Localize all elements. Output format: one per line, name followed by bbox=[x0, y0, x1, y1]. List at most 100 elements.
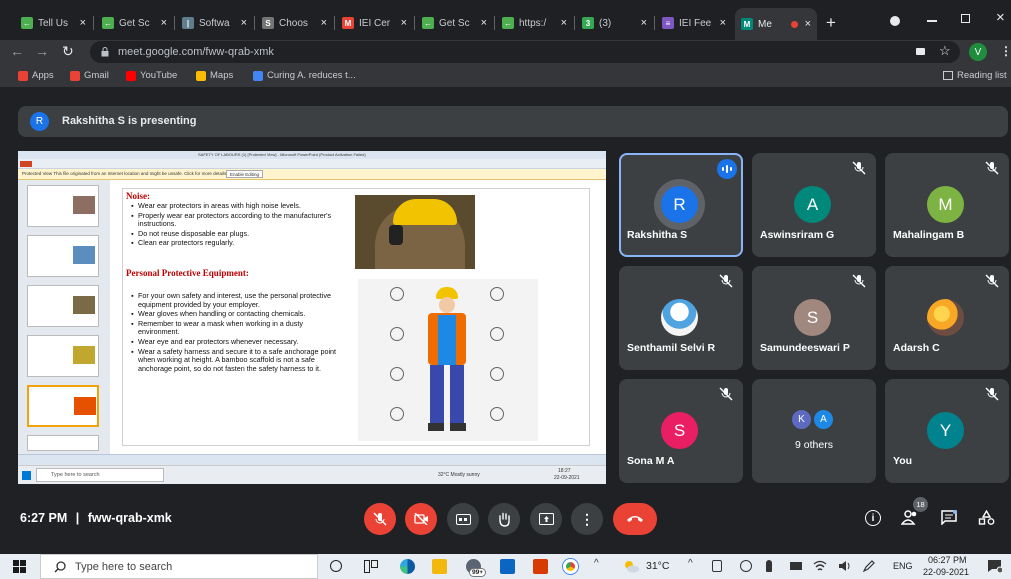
file-explorer-icon[interactable] bbox=[432, 559, 447, 574]
tab-favicon-icon: S bbox=[262, 17, 274, 29]
tray-app-icon[interactable] bbox=[712, 560, 722, 572]
cortana-icon[interactable] bbox=[330, 560, 342, 572]
participant-tile[interactable]: S Samundeeswari P bbox=[752, 266, 876, 370]
slide-thumbnail-selected[interactable] bbox=[27, 385, 99, 427]
present-now-button[interactable] bbox=[530, 503, 562, 535]
tab-close-icon[interactable]: × bbox=[241, 17, 247, 29]
browser-tab[interactable]: ≡ IEI Fee × bbox=[656, 10, 732, 36]
tab-close-icon[interactable]: × bbox=[641, 17, 647, 29]
participant-tile[interactable]: KA 9 others bbox=[752, 379, 876, 483]
chat-button[interactable] bbox=[941, 510, 957, 525]
tab-favicon-icon: M bbox=[342, 17, 354, 29]
slide-bullet: ▪ Wear a safety harness and secure it to … bbox=[131, 347, 343, 374]
window-close-icon[interactable]: × bbox=[996, 9, 1005, 26]
taskbar-clock[interactable]: 06:27 PM 22-09-2021 bbox=[923, 554, 975, 579]
tray-usb-icon[interactable] bbox=[766, 560, 772, 572]
browser-menu-icon[interactable]: ⋮ bbox=[1000, 44, 1011, 58]
slide-bullet-text: Wear gloves when handling or contacting … bbox=[138, 309, 306, 319]
weather-cloud-sun-icon[interactable] bbox=[623, 559, 639, 573]
camera-toggle-button[interactable] bbox=[405, 503, 437, 535]
language-indicator[interactable]: ENG bbox=[893, 561, 913, 571]
browser-tab[interactable]: M Me × bbox=[735, 8, 817, 40]
camera-in-use-icon[interactable] bbox=[916, 48, 925, 55]
hidden-icons-chevron[interactable]: ^ bbox=[594, 558, 599, 569]
bookmark-item[interactable]: Curing A. reduces t... bbox=[253, 70, 356, 81]
tray-battery-icon[interactable] bbox=[790, 562, 802, 570]
participant-tile[interactable]: S Sona M A bbox=[619, 379, 743, 483]
back-arrow-icon[interactable]: ← bbox=[10, 43, 24, 59]
tab-close-icon[interactable]: × bbox=[401, 17, 407, 29]
windows-start-icon[interactable] bbox=[13, 560, 26, 573]
participant-tile[interactable]: Adarsh C bbox=[885, 266, 1009, 370]
taskbar-search-box[interactable]: Type here to search bbox=[40, 554, 318, 579]
bookmark-item[interactable]: Gmail bbox=[70, 70, 109, 81]
wifi-icon[interactable] bbox=[813, 560, 827, 572]
reading-list[interactable]: Reading list bbox=[943, 70, 1007, 81]
browser-tab[interactable]: ← Tell Us × bbox=[15, 10, 92, 36]
tab-close-icon[interactable]: × bbox=[561, 17, 567, 29]
participant-tile[interactable]: R Rakshitha S bbox=[619, 153, 743, 257]
profile-avatar[interactable]: V bbox=[969, 43, 987, 61]
leave-call-button[interactable] bbox=[613, 503, 657, 535]
forward-arrow-icon[interactable]: → bbox=[35, 43, 49, 59]
browser-tab[interactable]: M IEI Cer × bbox=[336, 10, 413, 36]
bookmark-item[interactable]: YouTube bbox=[126, 70, 177, 81]
tray-chevron-icon[interactable]: ^ bbox=[688, 558, 693, 569]
participant-tile[interactable]: Y You bbox=[885, 379, 1009, 483]
browser-tab[interactable]: 3 (3) × bbox=[576, 10, 653, 36]
slide-thumbnail[interactable] bbox=[27, 235, 99, 277]
hang-up-icon bbox=[627, 516, 643, 522]
activities-button[interactable] bbox=[978, 510, 995, 525]
weather-temperature[interactable]: 31°C bbox=[646, 560, 669, 572]
captions-button[interactable] bbox=[447, 503, 479, 535]
tab-close-icon[interactable]: × bbox=[481, 17, 487, 29]
bullet-icon: ▪ bbox=[131, 291, 134, 300]
slide-thumbnail[interactable] bbox=[27, 185, 99, 227]
office-icon[interactable] bbox=[533, 559, 548, 574]
reload-icon[interactable]: ↻ bbox=[62, 43, 74, 60]
participant-tile[interactable]: A Aswinsriram G bbox=[752, 153, 876, 257]
tab-close-icon[interactable]: × bbox=[805, 18, 811, 30]
browser-tab[interactable]: S Choos × bbox=[256, 10, 333, 36]
slide-bullet-text: Remember to wear a mask when working in … bbox=[138, 318, 303, 337]
tray-sync-icon[interactable] bbox=[740, 560, 752, 572]
minimize-icon[interactable] bbox=[927, 20, 937, 22]
volume-icon[interactable] bbox=[838, 560, 852, 572]
participant-tile[interactable]: Senthamil Selvi R bbox=[619, 266, 743, 370]
tab-close-icon[interactable]: × bbox=[80, 17, 86, 29]
pen-icon[interactable] bbox=[862, 560, 876, 572]
new-tab-button[interactable]: + bbox=[826, 13, 836, 33]
tab-close-icon[interactable]: × bbox=[161, 17, 167, 29]
meeting-details-icon[interactable]: i bbox=[865, 510, 881, 526]
slide-thumbnail[interactable] bbox=[27, 435, 99, 451]
task-view-icon[interactable] bbox=[364, 560, 378, 573]
meeting-code: fww-qrab-xmk bbox=[87, 511, 172, 525]
browser-tab[interactable]: ← Get Sc × bbox=[96, 10, 173, 36]
slide-thumbnail[interactable] bbox=[27, 335, 99, 377]
participant-name: Aswinsriram G bbox=[760, 229, 835, 241]
people-button[interactable]: 18 bbox=[901, 497, 928, 525]
bookmark-item[interactable]: Apps bbox=[18, 70, 54, 81]
chrome-icon[interactable] bbox=[563, 559, 578, 574]
address-bar[interactable]: meet.google.com/fww-qrab-xmk ☆ bbox=[90, 41, 960, 63]
noise-heading: Noise: bbox=[126, 191, 150, 201]
maximize-icon[interactable] bbox=[961, 14, 970, 23]
participant-tile[interactable]: M Mahalingam B bbox=[885, 153, 1009, 257]
browser-tab[interactable]: ← Get Sc × bbox=[416, 10, 493, 36]
notifications-icon[interactable] bbox=[987, 559, 1002, 573]
shared-screen[interactable]: SAFETY OF LABOURS (1) [Protected View] -… bbox=[18, 151, 606, 484]
store-app-icon[interactable] bbox=[500, 559, 515, 574]
mic-toggle-button[interactable] bbox=[364, 503, 396, 535]
browser-tab[interactable]: | Softwa × bbox=[176, 10, 253, 36]
tab-search-icon[interactable] bbox=[890, 16, 900, 26]
slide-thumbnail[interactable] bbox=[27, 285, 99, 327]
browser-tab[interactable]: ← https:/ × bbox=[496, 10, 573, 36]
enable-editing-button[interactable]: Enable Editing bbox=[226, 170, 264, 178]
tab-close-icon[interactable]: × bbox=[321, 17, 327, 29]
bookmark-item[interactable]: Maps bbox=[196, 70, 233, 81]
raise-hand-button[interactable] bbox=[488, 503, 520, 535]
edge-browser-icon[interactable] bbox=[400, 559, 415, 574]
bookmark-star-icon[interactable]: ☆ bbox=[939, 43, 951, 59]
tab-close-icon[interactable]: × bbox=[720, 17, 726, 29]
more-options-button[interactable]: ⋮ bbox=[571, 503, 603, 535]
